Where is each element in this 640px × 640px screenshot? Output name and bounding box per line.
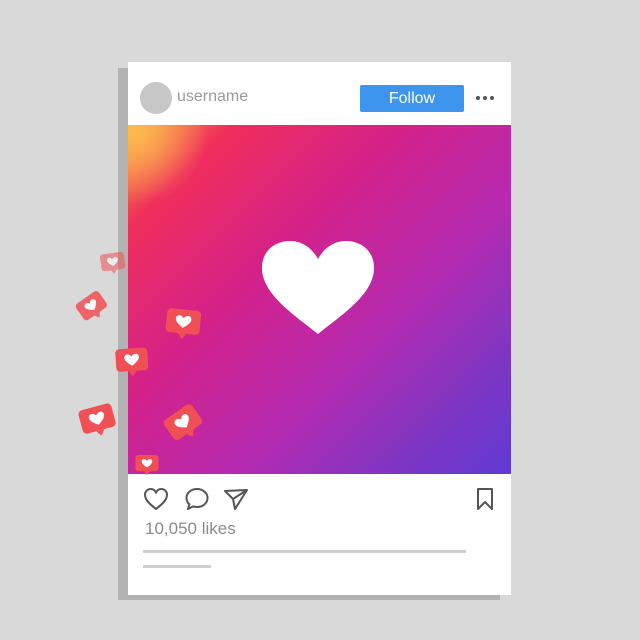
heart-icon [261, 241, 375, 334]
like-notification-icon [75, 291, 107, 321]
follow-button[interactable]: Follow [360, 85, 464, 112]
heart-outline-icon[interactable] [143, 487, 169, 511]
like-notification-icon [115, 347, 149, 377]
caption-placeholder-line-short [143, 565, 211, 568]
like-notification-icon [78, 403, 116, 436]
post-actions: 10,050 likes [128, 474, 511, 595]
post-header: username Follow [128, 62, 511, 125]
send-icon[interactable] [223, 486, 249, 512]
like-notification-icon [165, 308, 202, 340]
caption-placeholder-line [143, 550, 466, 553]
like-notification-icon [135, 454, 159, 476]
more-options-icon[interactable] [476, 96, 494, 100]
comment-icon[interactable] [184, 486, 210, 512]
bookmark-icon[interactable] [475, 487, 495, 511]
username-label[interactable]: username [177, 88, 248, 106]
avatar[interactable] [140, 82, 172, 114]
likes-count[interactable]: 10,050 likes [145, 519, 236, 539]
like-notification-icon [99, 251, 126, 274]
